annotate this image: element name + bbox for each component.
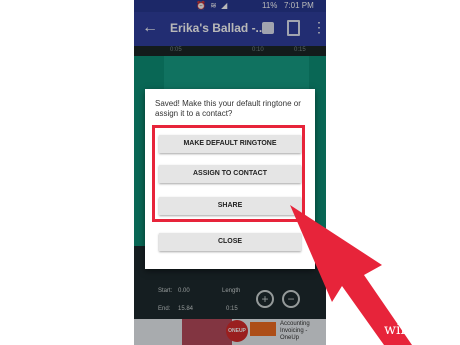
watermark: wikiHow [384,322,447,338]
pointer-arrow-icon [290,205,412,345]
